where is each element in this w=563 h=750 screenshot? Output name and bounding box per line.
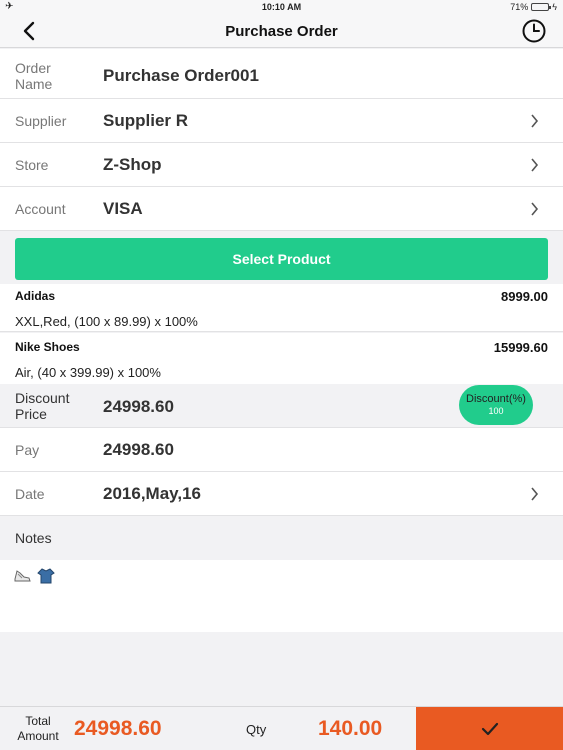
date-label: Date: [15, 486, 45, 502]
order-name-label: Order Name: [15, 60, 53, 92]
store-value: Z-Shop: [103, 155, 162, 174]
pay-label: Pay: [15, 442, 40, 458]
account-label: Account: [15, 201, 66, 217]
product-description: XXL,Red, (100 x 89.99) x 100%: [15, 314, 198, 329]
account-row[interactable]: Account VISA: [0, 187, 563, 231]
battery-icon: [531, 3, 552, 11]
discount-badge-title: Discount(%): [466, 393, 526, 405]
discount-badge-value: 100: [488, 406, 504, 416]
order-name-row[interactable]: Order Name Purchase Order001: [0, 49, 563, 99]
order-summary-footer: Total Amount 24998.60 Qty 140.00: [0, 706, 563, 750]
qty-value: 140.00: [318, 717, 383, 740]
notes-field[interactable]: [0, 560, 563, 632]
confirm-button[interactable]: [416, 707, 563, 750]
page-title: Purchase Order: [225, 23, 338, 40]
chevron-right-icon: [531, 158, 539, 172]
product-item[interactable]: Nike Shoes 15999.60 Air, (40 x 399.99) x…: [0, 333, 563, 384]
product-price: 15999.60: [493, 340, 548, 355]
product-name: Nike Shoes: [15, 340, 80, 354]
discount-price-label: Discount Price: [15, 390, 70, 422]
checkmark-icon: [481, 722, 498, 736]
sneaker-icon: [14, 570, 31, 582]
discount-percent-button[interactable]: Discount(%) 100: [459, 385, 533, 425]
pay-row[interactable]: Pay 24998.60: [0, 428, 563, 472]
store-label: Store: [15, 157, 49, 173]
history-clock-icon[interactable]: [521, 18, 547, 44]
store-row[interactable]: Store Z-Shop: [0, 143, 563, 187]
qty-label: Qty: [246, 722, 267, 737]
total-amount-label: Total Amount: [17, 714, 59, 743]
charging-icon: ϟ: [552, 2, 557, 12]
date-value: 2016,May,16: [103, 484, 201, 503]
chevron-right-icon: [531, 202, 539, 216]
order-name-value: Purchase Order001: [103, 66, 259, 85]
status-time: 10:10 AM: [261, 2, 302, 12]
battery-percent: 71%: [510, 2, 529, 12]
status-bar: ✈ 10:10 AM 71% ϟ: [0, 0, 563, 14]
total-amount-value: 24998.60: [74, 717, 162, 740]
product-description: Air, (40 x 399.99) x 100%: [15, 365, 161, 380]
navigation-bar: Purchase Order: [0, 14, 563, 48]
product-item[interactable]: Adidas 8999.00 XXL,Red, (100 x 89.99) x …: [0, 284, 563, 332]
supplier-value: Supplier R: [103, 111, 189, 130]
select-product-button[interactable]: Select Product: [15, 238, 548, 280]
battery-indicator: 71% ϟ: [510, 2, 557, 12]
notes-header: Notes: [0, 516, 563, 560]
chevron-right-icon: [531, 114, 539, 128]
supplier-label: Supplier: [15, 113, 67, 129]
product-thumbnails: [13, 568, 55, 584]
product-price: 8999.00: [501, 289, 548, 304]
tshirt-icon: [37, 568, 55, 584]
discount-price-value: 24998.60: [103, 397, 174, 416]
supplier-row[interactable]: Supplier Supplier R: [0, 99, 563, 143]
pay-value: 24998.60: [103, 440, 174, 459]
notes-label: Notes: [15, 530, 52, 546]
product-name: Adidas: [15, 289, 56, 303]
chevron-right-icon: [531, 487, 539, 501]
account-value: VISA: [103, 199, 143, 218]
date-row[interactable]: Date 2016,May,16: [0, 472, 563, 516]
